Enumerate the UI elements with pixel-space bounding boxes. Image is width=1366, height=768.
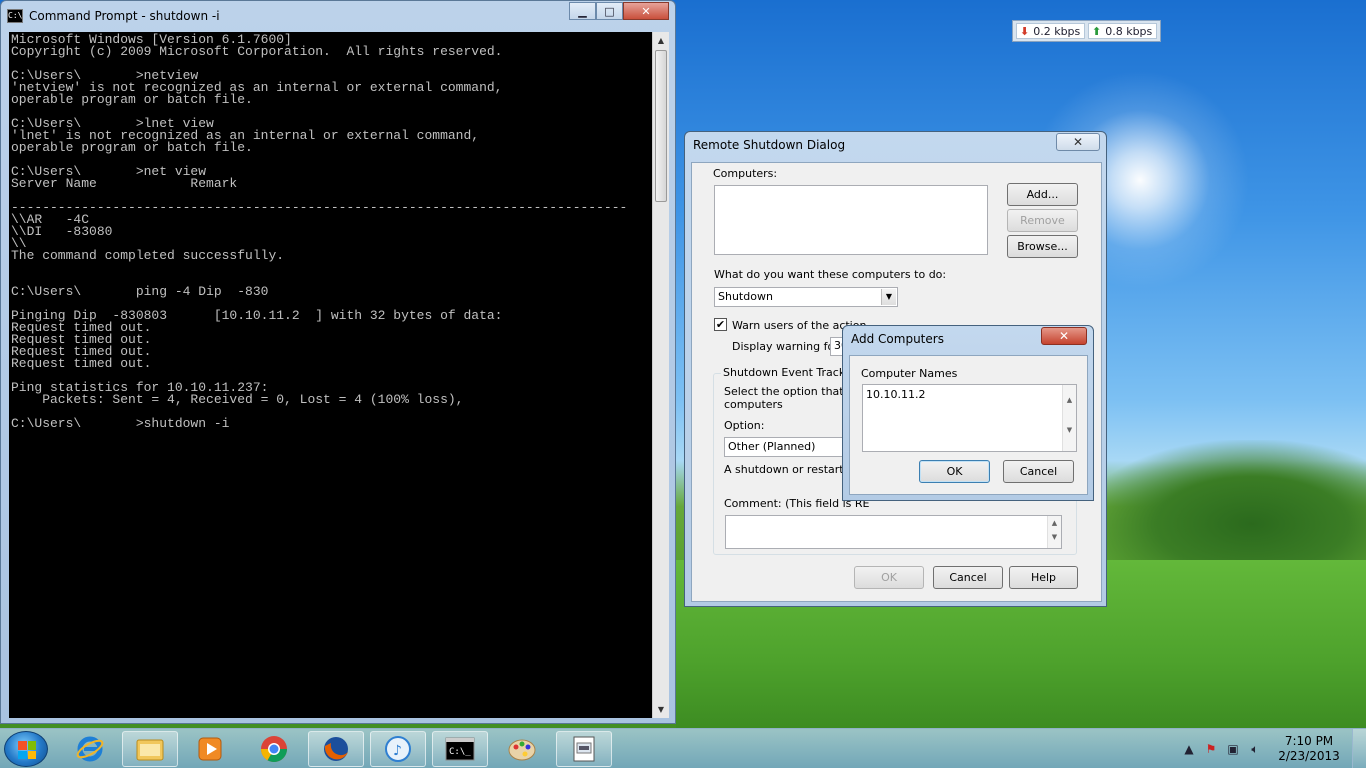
download-rate: ⬇ 0.2 kbps xyxy=(1016,23,1085,39)
tracker-label: Shutdown Event Tracker xyxy=(721,366,859,379)
scroll-thumb[interactable] xyxy=(655,50,667,202)
dropdown-arrow-icon[interactable]: ▼ xyxy=(881,289,896,305)
upload-arrow-icon: ⬆ xyxy=(1092,24,1102,38)
computer-names-label: Computer Names xyxy=(861,367,958,380)
start-button[interactable] xyxy=(4,731,48,767)
console-title-text: Command Prompt - shutdown -i xyxy=(29,9,220,23)
command-prompt-window[interactable]: C:\ Command Prompt - shutdown -i ▁ □ ✕ M… xyxy=(0,0,676,724)
console-output-area[interactable]: Microsoft Windows [Version 6.1.7600] Cop… xyxy=(9,32,652,718)
console-icon: C:\ xyxy=(7,9,23,23)
taskbar-paint[interactable] xyxy=(494,731,550,767)
warn-users-checkbox[interactable]: ✔ xyxy=(714,318,727,331)
remote-shutdown-app-icon xyxy=(573,736,595,762)
maximize-button[interactable]: □ xyxy=(596,2,623,20)
help-button[interactable]: Help xyxy=(1009,566,1078,589)
add-ok-button[interactable]: OK xyxy=(919,460,990,483)
comment-input[interactable]: ▲ ▼ xyxy=(725,515,1062,549)
display-warning-label: Display warning for xyxy=(732,340,839,353)
add-computers-close-button[interactable]: ✕ xyxy=(1041,327,1087,345)
chrome-icon xyxy=(260,736,288,763)
media-player-icon xyxy=(198,737,222,761)
wallpaper-trees xyxy=(1080,440,1366,560)
cancel-button[interactable]: Cancel xyxy=(933,566,1003,589)
taskbar-itunes[interactable]: ♪ xyxy=(370,731,426,767)
console-text: Microsoft Windows [Version 6.1.7600] Cop… xyxy=(11,32,628,431)
taskbar: ♪ C:\_ ▲ ⚑ ▣ 🔈︎ 7:10 PM 2/23/2013 xyxy=(0,728,1366,768)
taskbar-internet-explorer[interactable] xyxy=(62,731,118,767)
action-select[interactable]: Shutdown ▼ xyxy=(714,287,898,307)
browse-button[interactable]: Browse... xyxy=(1007,235,1078,258)
computers-list[interactable] xyxy=(714,185,988,255)
add-cancel-button[interactable]: Cancel xyxy=(1003,460,1074,483)
folder-icon xyxy=(136,739,164,761)
clock[interactable]: 7:10 PM 2/23/2013 xyxy=(1266,734,1352,764)
taskbar-firefox[interactable] xyxy=(308,731,364,767)
add-computers-client: Computer Names 10.10.11.2 ▲ ▼ OK Cancel xyxy=(849,355,1088,495)
add-button[interactable]: Add... xyxy=(1007,183,1078,206)
taskbar-command-prompt[interactable]: C:\_ xyxy=(432,731,488,767)
select-option-text-2: computers xyxy=(724,398,783,411)
remote-shutdown-close-button[interactable]: ✕ xyxy=(1056,133,1100,151)
action-center-flag-icon[interactable]: ⚑ xyxy=(1200,742,1222,756)
remove-button[interactable]: Remove xyxy=(1007,209,1078,232)
internet-explorer-icon xyxy=(76,736,104,762)
comment-scrollbar[interactable]: ▲ ▼ xyxy=(1047,516,1061,548)
svg-text:C:\_: C:\_ xyxy=(449,747,471,757)
command-prompt-icon: C:\_ xyxy=(445,737,475,761)
volume-icon[interactable]: 🔈︎ xyxy=(1244,742,1266,757)
upload-rate: ⬆ 0.8 kbps xyxy=(1088,23,1157,39)
taskbar-remote-shutdown[interactable] xyxy=(556,731,612,767)
scroll-up-arrow-icon[interactable]: ▲ xyxy=(653,32,669,49)
itunes-icon: ♪ xyxy=(385,736,411,762)
taskbar-media-player[interactable] xyxy=(182,731,238,767)
show-hidden-icons-arrow-icon[interactable]: ▲ xyxy=(1178,742,1200,756)
network-meter-gadget: ⬇ 0.2 kbps ⬆ 0.8 kbps xyxy=(1012,20,1161,42)
minimize-button[interactable]: ▁ xyxy=(569,2,596,20)
add-computers-title: Add Computers xyxy=(851,332,944,346)
computer-names-input[interactable]: 10.10.11.2 ▲ ▼ xyxy=(862,384,1077,452)
download-arrow-icon: ⬇ xyxy=(1020,24,1030,38)
names-scrollbar[interactable]: ▲ ▼ xyxy=(1062,385,1076,451)
clock-date: 2/23/2013 xyxy=(1278,749,1340,763)
close-button[interactable]: ✕ xyxy=(623,2,669,20)
firefox-icon xyxy=(324,737,348,761)
remote-shutdown-title: Remote Shutdown Dialog xyxy=(693,138,846,152)
taskbar-windows-explorer[interactable] xyxy=(122,731,178,767)
system-tray: ▲ ⚑ ▣ 🔈︎ 7:10 PM 2/23/2013 xyxy=(1178,729,1366,768)
clock-time: 7:10 PM xyxy=(1284,734,1334,748)
scroll-down-arrow-icon[interactable]: ▼ xyxy=(653,701,669,718)
ok-button[interactable]: OK xyxy=(854,566,924,589)
console-caption-buttons: ▁ □ ✕ xyxy=(569,2,669,20)
console-scrollbar[interactable]: ▲ ▼ xyxy=(652,32,669,718)
network-icon[interactable]: ▣ xyxy=(1222,742,1244,756)
console-titlebar[interactable]: C:\ Command Prompt - shutdown -i xyxy=(7,5,220,27)
show-desktop-button[interactable] xyxy=(1352,729,1366,768)
taskbar-chrome[interactable] xyxy=(246,731,302,767)
windows-logo-icon xyxy=(18,741,36,759)
paint-palette-icon xyxy=(508,739,536,761)
option-label: Option: xyxy=(724,419,765,432)
svg-text:♪: ♪ xyxy=(393,743,402,759)
action-label: What do you want these computers to do: xyxy=(714,268,947,281)
computers-label: Computers: xyxy=(713,167,778,180)
add-computers-dialog[interactable]: Add Computers ✕ Computer Names 10.10.11.… xyxy=(842,325,1094,501)
